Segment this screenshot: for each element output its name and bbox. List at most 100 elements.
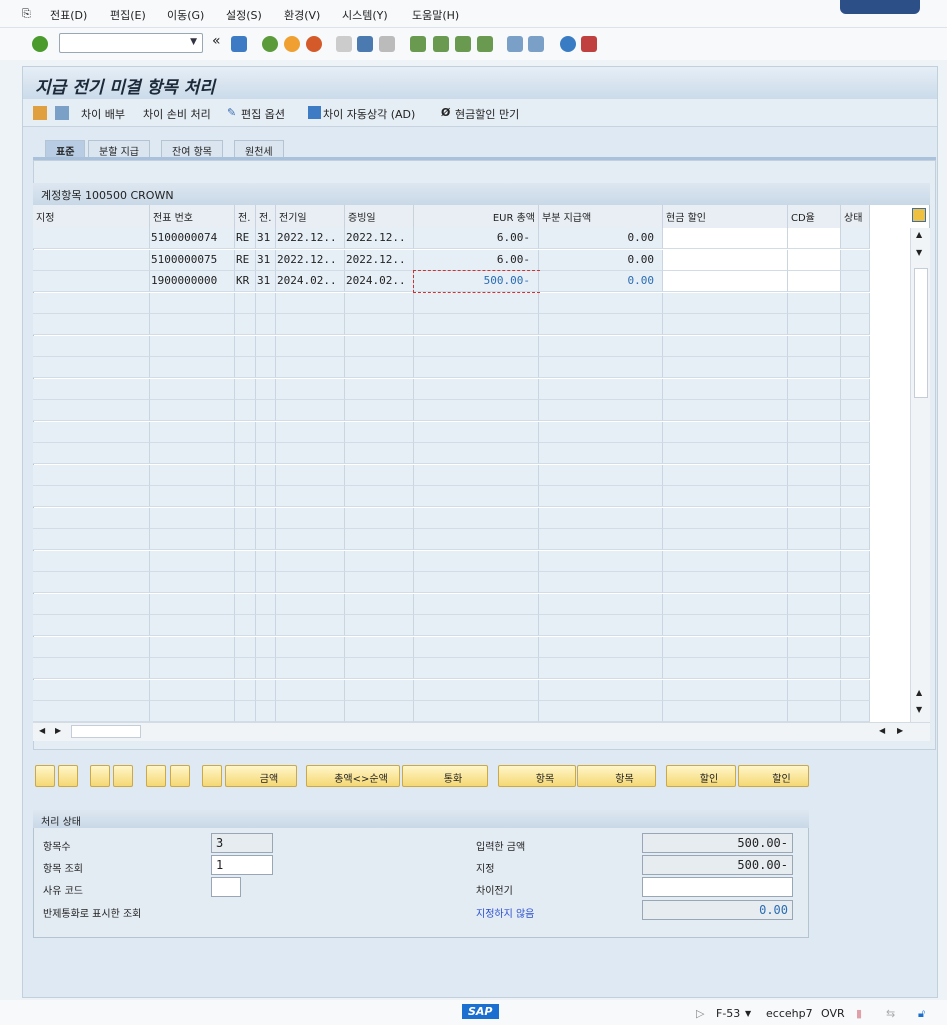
edit-options-button[interactable]: 편집 옵션 <box>241 106 285 122</box>
scroll-right-icon[interactable]: ▶ <box>55 726 61 735</box>
tab-withholding-tax[interactable]: 원천세 <box>234 140 284 158</box>
column-header-cash-discount[interactable]: 현금 할인 <box>663 205 788 228</box>
empty-cell <box>33 550 150 572</box>
person-icon[interactable] <box>33 106 47 120</box>
column-header-assignment[interactable]: 지정 <box>33 205 150 228</box>
menu-edit[interactable]: 편집(E) <box>110 7 146 23</box>
menu-environment[interactable]: 환경(V) <box>284 7 320 23</box>
next-page-icon[interactable] <box>455 36 471 52</box>
clearing-currency-label: 반제통화로 표시한 조회 <box>43 909 142 920</box>
column-settings-icon[interactable] <box>912 208 926 222</box>
input-mode[interactable]: OVR <box>821 1007 845 1020</box>
new-session-icon[interactable] <box>507 36 523 52</box>
column-header-document-date[interactable]: 증빙일 <box>345 205 414 228</box>
scroll-down-icon[interactable]: ▼ <box>916 248 922 257</box>
scroll-up-icon[interactable]: ▲ <box>916 688 922 697</box>
find-button[interactable] <box>202 765 222 787</box>
find-icon[interactable] <box>357 36 373 52</box>
filter-button[interactable] <box>170 765 190 787</box>
table-cell-posting-key: 31 <box>256 249 276 271</box>
play-icon[interactable]: ▷ <box>696 1007 704 1020</box>
window-controls[interactable] <box>840 0 920 14</box>
activate-discount-button[interactable]: 할인 <box>666 765 736 787</box>
column-header-doc-type[interactable]: 전. <box>235 205 256 228</box>
deactivate-item-button[interactable]: 항목 <box>577 765 656 787</box>
scroll-thumb[interactable] <box>71 725 141 738</box>
save-icon[interactable] <box>231 36 247 52</box>
find-next-icon[interactable] <box>379 36 395 52</box>
scroll-thumb[interactable] <box>914 268 928 398</box>
activate-items-button[interactable] <box>90 765 110 787</box>
menu-system[interactable]: 시스템(Y) <box>342 7 388 23</box>
print-icon[interactable] <box>336 36 352 52</box>
chevron-down-icon[interactable]: ▼ <box>745 1009 751 1018</box>
table-cell-cd-rate[interactable] <box>788 249 841 271</box>
table-cell-cash-discount[interactable] <box>663 271 788 292</box>
activate-item-button[interactable]: 항목 <box>498 765 576 787</box>
column-header-document-number[interactable]: 전표 번호 <box>150 205 235 228</box>
menu-goto[interactable]: 이동(G) <box>167 7 204 23</box>
table-cell-cash-discount[interactable] <box>663 249 788 271</box>
tab-residual-items[interactable]: 잔여 항목 <box>161 140 223 158</box>
chevron-down-icon[interactable]: ▼ <box>190 37 197 47</box>
scroll-down-icon[interactable]: ▼ <box>916 705 922 714</box>
help-icon[interactable] <box>560 36 576 52</box>
shortcut-icon[interactable] <box>528 36 544 52</box>
auto-write-off-button[interactable]: 차이 자동상각 (AD) <box>323 106 415 122</box>
back-icon[interactable] <box>262 36 278 52</box>
collapse-icon[interactable]: « <box>212 33 228 49</box>
vertical-scrollbar[interactable]: ▲ ▼ ▲ ▼ <box>910 228 930 722</box>
deselect-all-button[interactable] <box>58 765 78 787</box>
exit-icon[interactable] <box>284 36 300 52</box>
enter-icon[interactable] <box>32 36 48 52</box>
empty-cell <box>663 658 788 679</box>
last-page-icon[interactable] <box>477 36 493 52</box>
scroll-up-icon[interactable]: ▲ <box>916 230 922 239</box>
cancel-icon[interactable] <box>306 36 322 52</box>
scroll-left-icon[interactable]: ◀ <box>879 726 885 735</box>
empty-cell <box>150 679 235 701</box>
horizontal-scrollbar[interactable]: ◀ ▶ ◀ ▶ <box>33 722 930 741</box>
write-off-difference-button[interactable]: 차이 손비 처리 <box>143 106 211 122</box>
column-header-posting-date[interactable]: 전기일 <box>276 205 345 228</box>
currency-button[interactable]: 통화 <box>402 765 488 787</box>
column-header-posting-key[interactable]: 전. <box>256 205 276 228</box>
menu-help[interactable]: 도움말(H) <box>412 7 459 23</box>
table-cell-cash-discount[interactable] <box>663 228 788 249</box>
column-header-gross-amount[interactable]: EUR 총액 <box>414 205 539 228</box>
scroll-right-icon[interactable]: ▶ <box>897 726 903 735</box>
table-cell-cd-rate[interactable] <box>788 271 841 292</box>
empty-cell <box>539 314 663 335</box>
item-display-field[interactable]: 1 <box>211 855 273 875</box>
scroll-left-icon[interactable]: ◀ <box>39 726 45 735</box>
lock-icon[interactable]: 🔓︎ <box>918 1007 925 1021</box>
not-assigned-field: 0.00 <box>642 900 793 920</box>
empty-cell <box>150 357 235 378</box>
first-page-icon[interactable] <box>410 36 426 52</box>
command-field[interactable]: ▼ <box>59 33 203 53</box>
menu-document[interactable]: 전표(D) <box>50 7 87 23</box>
edit-doc-icon[interactable] <box>55 106 69 120</box>
gross-net-button[interactable]: 총액<>순액 <box>306 765 400 787</box>
reason-code-field[interactable] <box>211 877 241 897</box>
select-all-button[interactable] <box>35 765 55 787</box>
layout-icon[interactable] <box>581 36 597 52</box>
empty-cell <box>235 701 256 722</box>
table-cell-cd-rate[interactable] <box>788 228 841 249</box>
column-header-status[interactable]: 상태 <box>841 205 870 228</box>
column-header-partial-payment[interactable]: 부분 지급액 <box>539 205 663 228</box>
column-header-cd-rate[interactable]: CD율 <box>788 205 841 228</box>
sort-ascending-button[interactable] <box>146 765 166 787</box>
deactivate-discount-button[interactable]: 할인 <box>738 765 809 787</box>
empty-cell <box>841 658 870 679</box>
tab-partial-payment[interactable]: 분할 지급 <box>88 140 150 158</box>
difference-field[interactable] <box>642 877 793 897</box>
prev-page-icon[interactable] <box>433 36 449 52</box>
tab-standard[interactable]: 표준 <box>45 140 86 158</box>
search-amount-button[interactable]: 금액 <box>225 765 297 787</box>
deactivate-items-button[interactable] <box>113 765 133 787</box>
exit-icon[interactable]: ⎘ <box>22 7 31 21</box>
distribute-difference-button[interactable]: 차이 배부 <box>81 106 125 122</box>
cash-discount-due-button[interactable]: 현금할인 만기 <box>455 106 519 122</box>
menu-settings[interactable]: 설정(S) <box>226 7 262 23</box>
